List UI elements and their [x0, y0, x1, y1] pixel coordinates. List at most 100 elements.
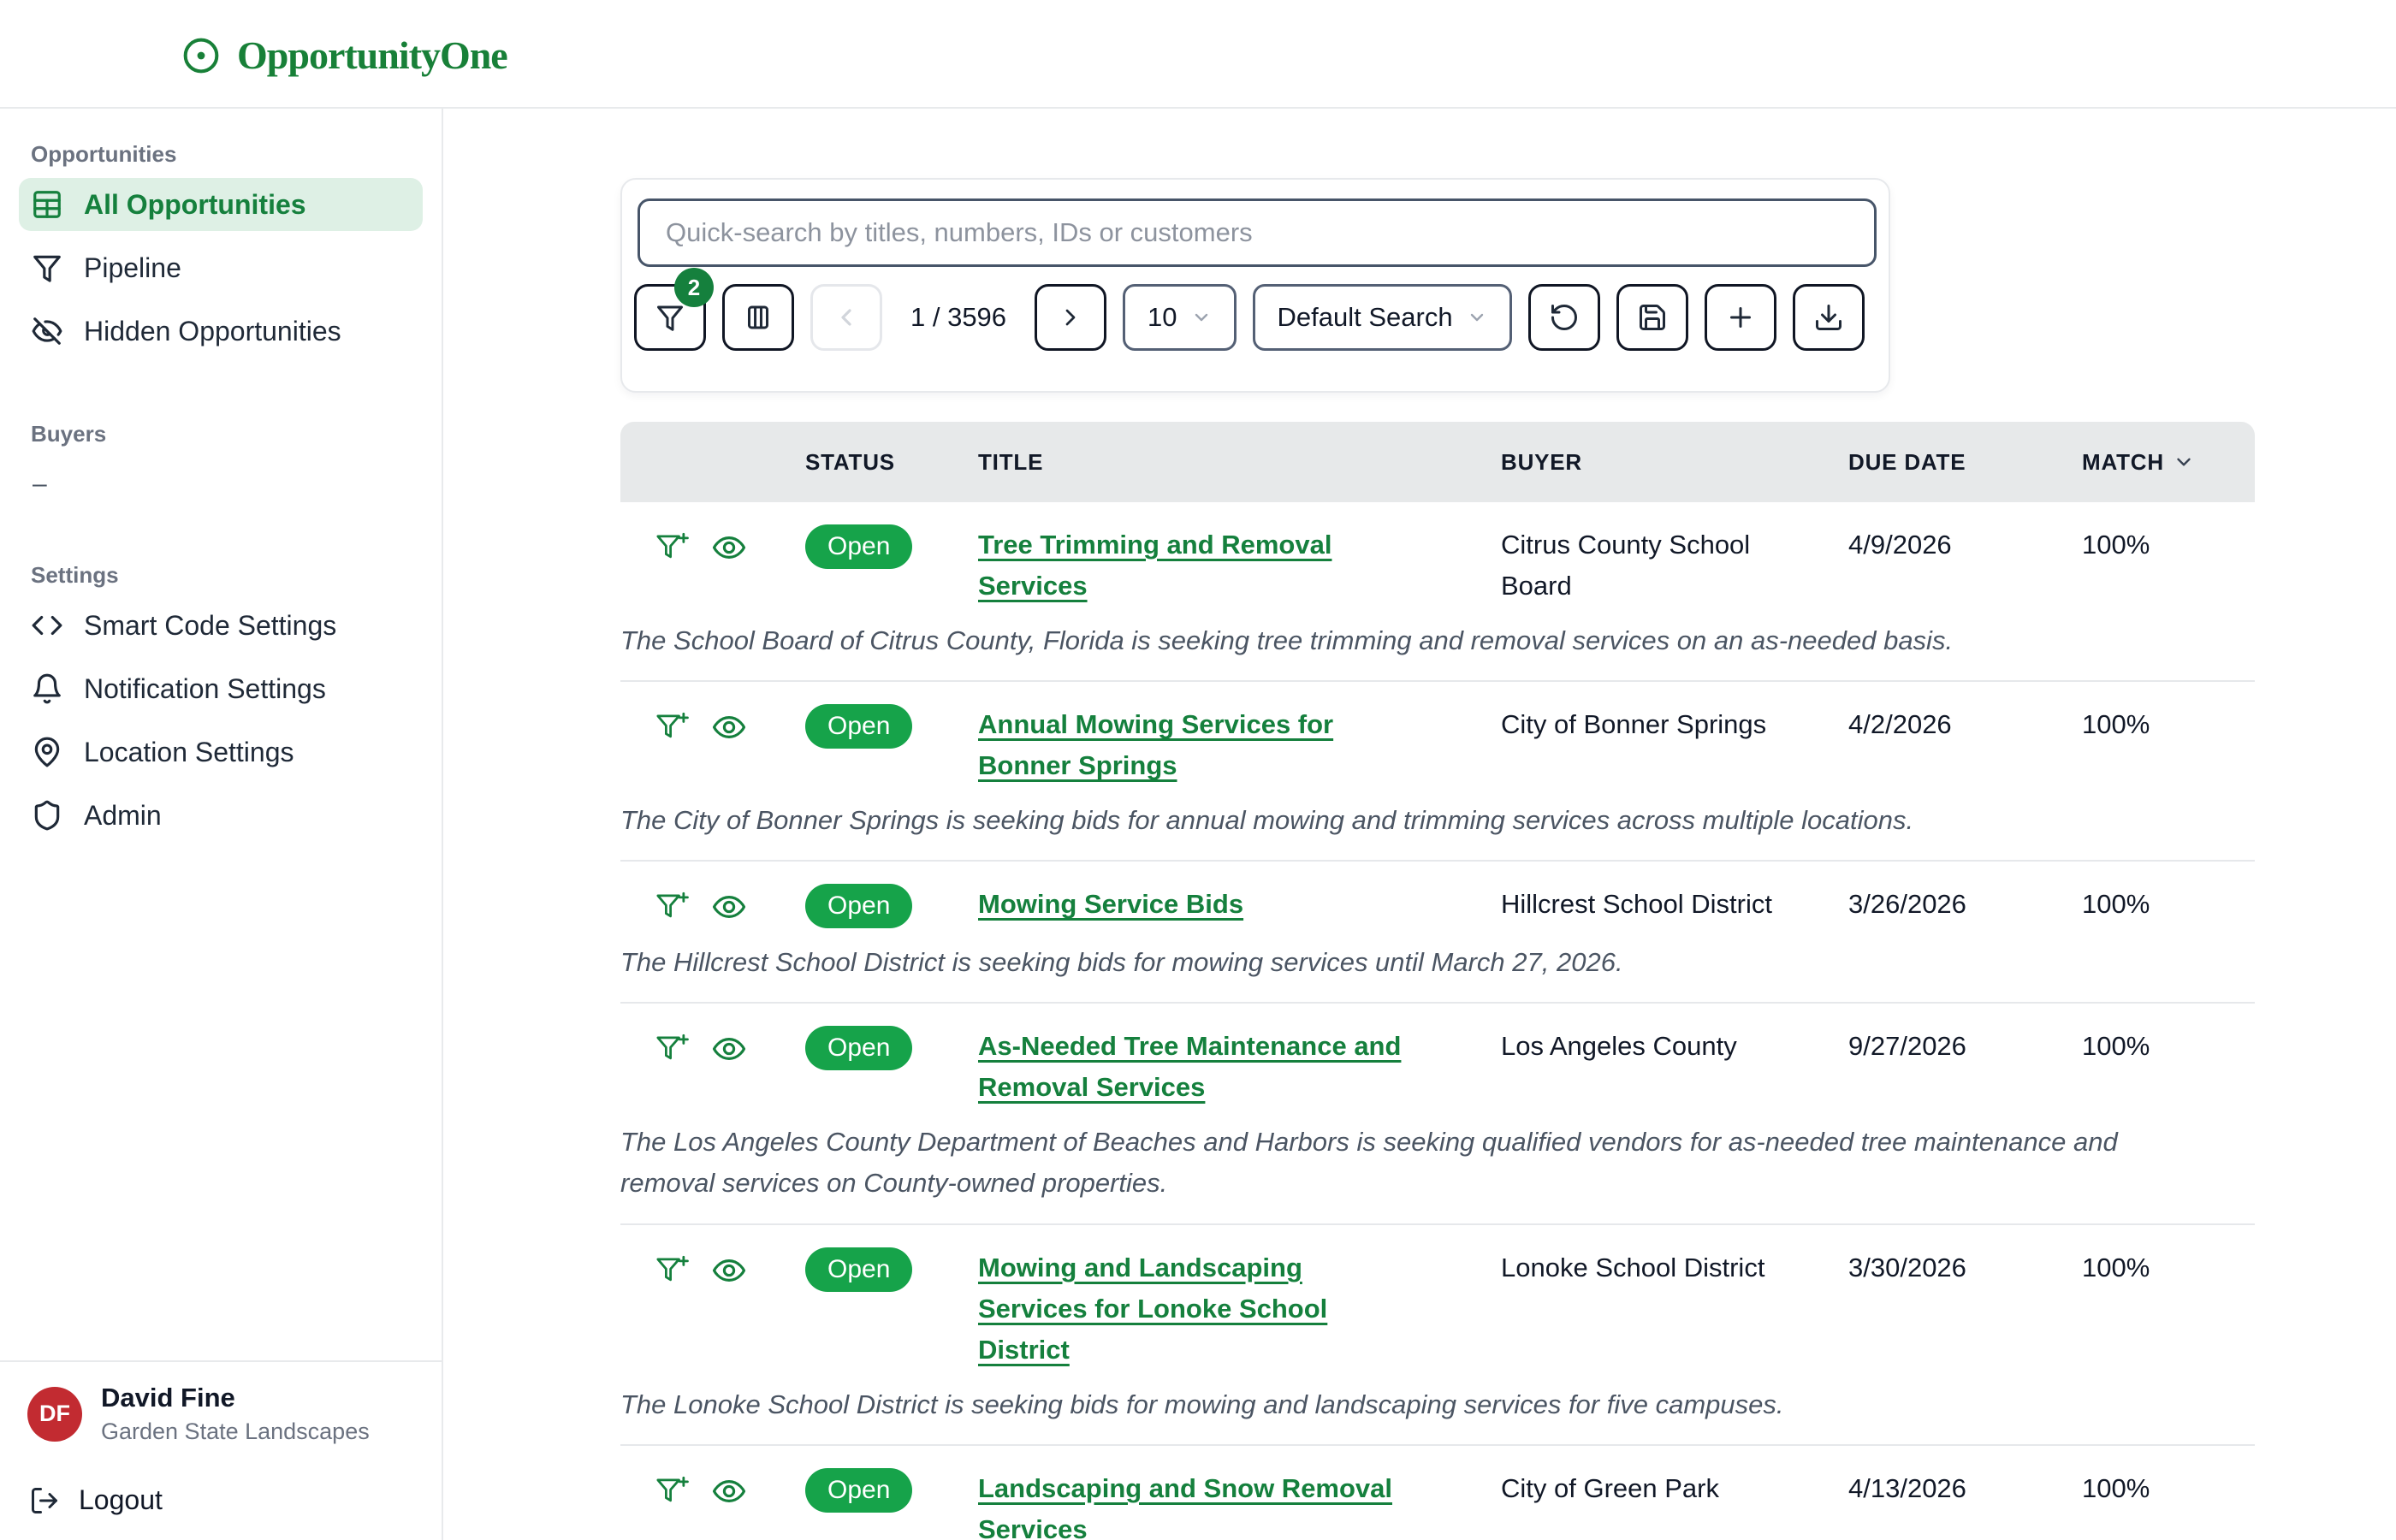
bell-icon [31, 672, 63, 705]
status-badge: Open [805, 1247, 912, 1292]
opportunity-title-link[interactable]: Landscaping and Snow Removal Services [978, 1468, 1406, 1540]
save-icon [1637, 302, 1668, 333]
chevron-right-icon [1057, 304, 1084, 331]
eye-icon[interactable] [711, 1253, 747, 1288]
status-badge: Open [805, 1026, 912, 1070]
section-label-settings: Settings [31, 562, 423, 589]
page-size-select[interactable]: 10 [1123, 284, 1236, 351]
row-description: The Lonoke School District is seeking bi… [620, 1384, 2126, 1425]
table-header: STATUS TITLE BUYER DUE DATE MATCH [620, 422, 2255, 502]
filter-plus-icon[interactable] [655, 890, 689, 924]
saved-search-value: Default Search [1278, 302, 1453, 333]
section-label-opportunities: Opportunities [31, 141, 423, 168]
filter-plus-icon[interactable] [655, 1253, 689, 1288]
filter-plus-icon[interactable] [655, 1474, 689, 1508]
buyer-cell: City of Green Park [1501, 1468, 1792, 1509]
buyer-cell: Los Angeles County [1501, 1026, 1792, 1067]
match-cell: 100% [2082, 1468, 2255, 1509]
sidebar-item-label: Location Settings [84, 737, 294, 768]
chevron-down-icon [2173, 451, 2195, 473]
filter-count-badge: 2 [674, 268, 714, 307]
page-indicator: 1 / 3596 [910, 302, 1006, 333]
sidebar-item-label: All Opportunities [84, 189, 306, 221]
eye-icon[interactable] [711, 530, 747, 566]
row-description: The School Board of Citrus County, Flori… [620, 620, 2126, 661]
due-date-cell: 4/13/2026 [1848, 1468, 2082, 1509]
column-header-buyer[interactable]: BUYER [1501, 449, 1848, 476]
chevron-down-icon [1191, 307, 1212, 328]
column-header-due-date[interactable]: DUE DATE [1848, 449, 2082, 476]
chevron-down-icon [1467, 307, 1487, 328]
funnel-icon [655, 302, 685, 333]
row-description: The Hillcrest School District is seeking… [620, 942, 2126, 983]
due-date-cell: 4/2/2026 [1848, 704, 2082, 745]
filter-button[interactable]: 2 [634, 284, 706, 351]
section-label-buyers: Buyers [31, 421, 423, 447]
match-cell: 100% [2082, 1247, 2255, 1288]
buyer-cell: Lonoke School District [1501, 1247, 1792, 1288]
eye-icon[interactable] [711, 889, 747, 925]
sidebar: Opportunities All Opportunities Pipeline… [0, 109, 443, 1540]
funnel-icon [31, 252, 63, 284]
prev-page-button[interactable] [810, 284, 882, 351]
opportunity-title-link[interactable]: Tree Trimming and Removal Services [978, 524, 1406, 607]
brand-name: OpportunityOne [237, 33, 507, 78]
saved-search-select[interactable]: Default Search [1253, 284, 1512, 351]
table-body: Open Tree Trimming and Removal Services … [620, 502, 2255, 1540]
eye-icon[interactable] [711, 709, 747, 745]
opportunity-title-link[interactable]: Mowing and Landscaping Services for Lono… [978, 1247, 1406, 1371]
reset-button[interactable] [1528, 284, 1600, 351]
match-cell: 100% [2082, 884, 2255, 925]
sidebar-item-pipeline[interactable]: Pipeline [19, 241, 423, 294]
due-date-cell: 4/9/2026 [1848, 524, 2082, 566]
buyer-cell: Citrus County School Board [1501, 524, 1792, 607]
filter-plus-icon[interactable] [655, 1032, 689, 1066]
columns-icon [743, 302, 774, 333]
save-search-button[interactable] [1616, 284, 1688, 351]
buyer-cell: City of Bonner Springs [1501, 704, 1792, 745]
due-date-cell: 3/30/2026 [1848, 1247, 2082, 1288]
add-button[interactable] [1705, 284, 1776, 351]
user-company: Garden State Landscapes [101, 1419, 370, 1445]
status-badge: Open [805, 704, 912, 749]
column-header-status[interactable]: STATUS [805, 449, 978, 476]
sidebar-item-admin[interactable]: Admin [19, 789, 423, 842]
opportunity-title-link[interactable]: As-Needed Tree Maintenance and Removal S… [978, 1026, 1406, 1108]
sidebar-item-label: Notification Settings [84, 673, 326, 705]
sidebar-item-hidden-opportunities[interactable]: Hidden Opportunities [19, 305, 423, 358]
status-badge: Open [805, 1468, 912, 1513]
table-row: Open Annual Mowing Services for Bonner S… [620, 682, 2255, 862]
circle-dot-icon [182, 37, 220, 74]
column-header-title[interactable]: TITLE [978, 449, 1501, 476]
eye-icon[interactable] [711, 1473, 747, 1509]
app-logo: OpportunityOne [182, 33, 507, 78]
export-button[interactable] [1793, 284, 1865, 351]
columns-button[interactable] [722, 284, 794, 351]
table-row: Open Landscaping and Snow Removal Servic… [620, 1446, 2255, 1540]
sidebar-item-notification-settings[interactable]: Notification Settings [19, 662, 423, 715]
filter-plus-icon[interactable] [655, 530, 689, 565]
opportunity-title-link[interactable]: Annual Mowing Services for Bonner Spring… [978, 704, 1406, 786]
opportunity-title-link[interactable]: Mowing Service Bids [978, 884, 1243, 925]
filter-plus-icon[interactable] [655, 710, 689, 744]
column-header-match[interactable]: MATCH [2082, 449, 2255, 476]
user-block: DF David Fine Garden State Landscapes Lo… [0, 1360, 442, 1540]
eye-icon[interactable] [711, 1031, 747, 1067]
quick-search-input[interactable] [638, 198, 1877, 267]
table-row: Open Tree Trimming and Removal Services … [620, 502, 2255, 682]
sidebar-item-location-settings[interactable]: Location Settings [19, 726, 423, 779]
sidebar-item-label: Pipeline [84, 252, 181, 284]
table-row: Open As-Needed Tree Maintenance and Remo… [620, 1004, 2255, 1224]
sidebar-item-smart-code-settings[interactable]: Smart Code Settings [19, 599, 423, 652]
row-description: The Los Angeles County Department of Bea… [620, 1122, 2126, 1204]
shield-icon [31, 799, 63, 832]
status-badge: Open [805, 524, 912, 569]
table-row: Open Mowing Service Bids Hillcrest Schoo… [620, 862, 2255, 1004]
user-name: David Fine [101, 1383, 370, 1413]
next-page-button[interactable] [1035, 284, 1106, 351]
page-size-value: 10 [1148, 302, 1177, 333]
download-icon [1813, 302, 1844, 333]
logout-button[interactable]: Logout [27, 1484, 414, 1516]
sidebar-item-all-opportunities[interactable]: All Opportunities [19, 178, 423, 231]
match-cell: 100% [2082, 524, 2255, 566]
